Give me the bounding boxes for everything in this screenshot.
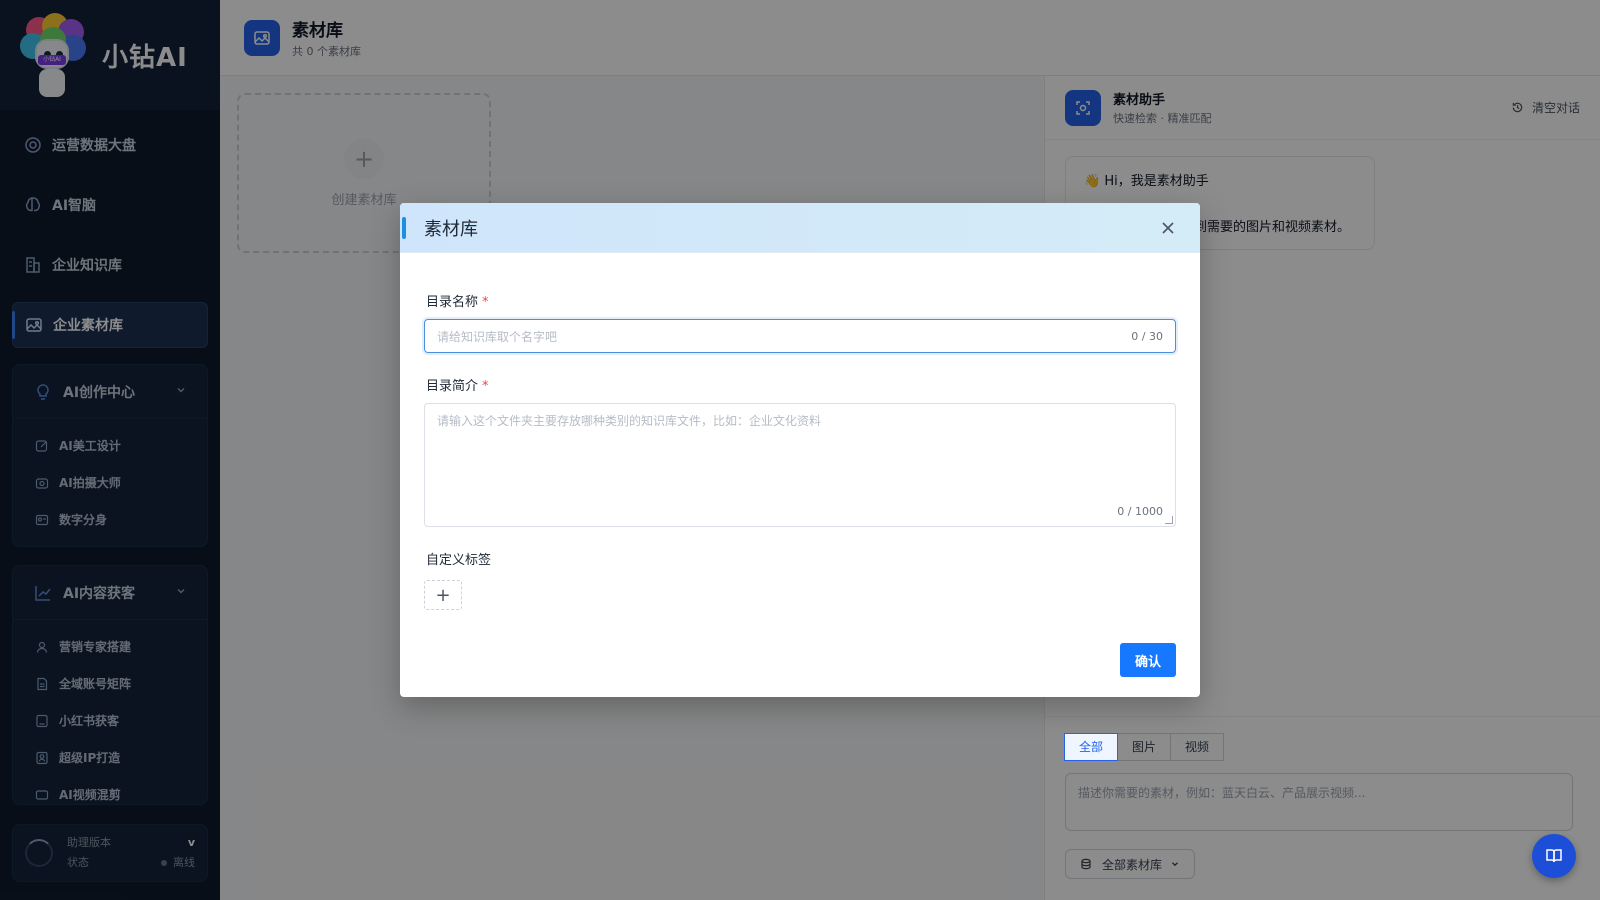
- add-tag-button[interactable]: +: [424, 580, 462, 610]
- name-label-text: 目录名称: [426, 295, 479, 310]
- book-icon: [1546, 849, 1562, 863]
- catalog-name-input[interactable]: 请给知识库取个名字吧 0 / 30: [424, 319, 1176, 353]
- required-mark: *: [482, 295, 489, 310]
- close-icon[interactable]: [1156, 216, 1180, 240]
- name-field-label: 目录名称 *: [426, 291, 489, 310]
- catalog-description-textarea[interactable]: 请输入这个文件夹主要存放哪种类别的知识库文件，比如：企业文化资料 0 / 100…: [424, 403, 1176, 527]
- desc-char-counter: 0 / 1000: [1117, 505, 1163, 518]
- resize-handle-icon[interactable]: [1165, 516, 1173, 524]
- required-mark: *: [482, 379, 489, 394]
- tab-all[interactable]: 全部: [1064, 733, 1119, 761]
- desc-label-text: 目录简介: [426, 379, 479, 394]
- desc-field-label: 目录简介 *: [426, 375, 489, 394]
- material-library-modal: 素材库 目录名称 * 请给知识库取个名字吧 0 / 30 目录简介 * 请输入这个文…: [400, 203, 1200, 697]
- help-book-button[interactable]: [1532, 834, 1576, 878]
- tags-field-label: 自定义标签: [426, 553, 492, 568]
- modal-title: 素材库: [424, 218, 478, 240]
- modal-header: 素材库: [400, 203, 1200, 253]
- catalog-name-placeholder: 请给知识库取个名字吧: [437, 329, 558, 344]
- confirm-button[interactable]: 确认: [1120, 643, 1176, 677]
- catalog-description-placeholder: 请输入这个文件夹主要存放哪种类别的知识库文件，比如：企业文化资料: [437, 414, 822, 428]
- name-char-counter: 0 / 30: [1131, 329, 1163, 343]
